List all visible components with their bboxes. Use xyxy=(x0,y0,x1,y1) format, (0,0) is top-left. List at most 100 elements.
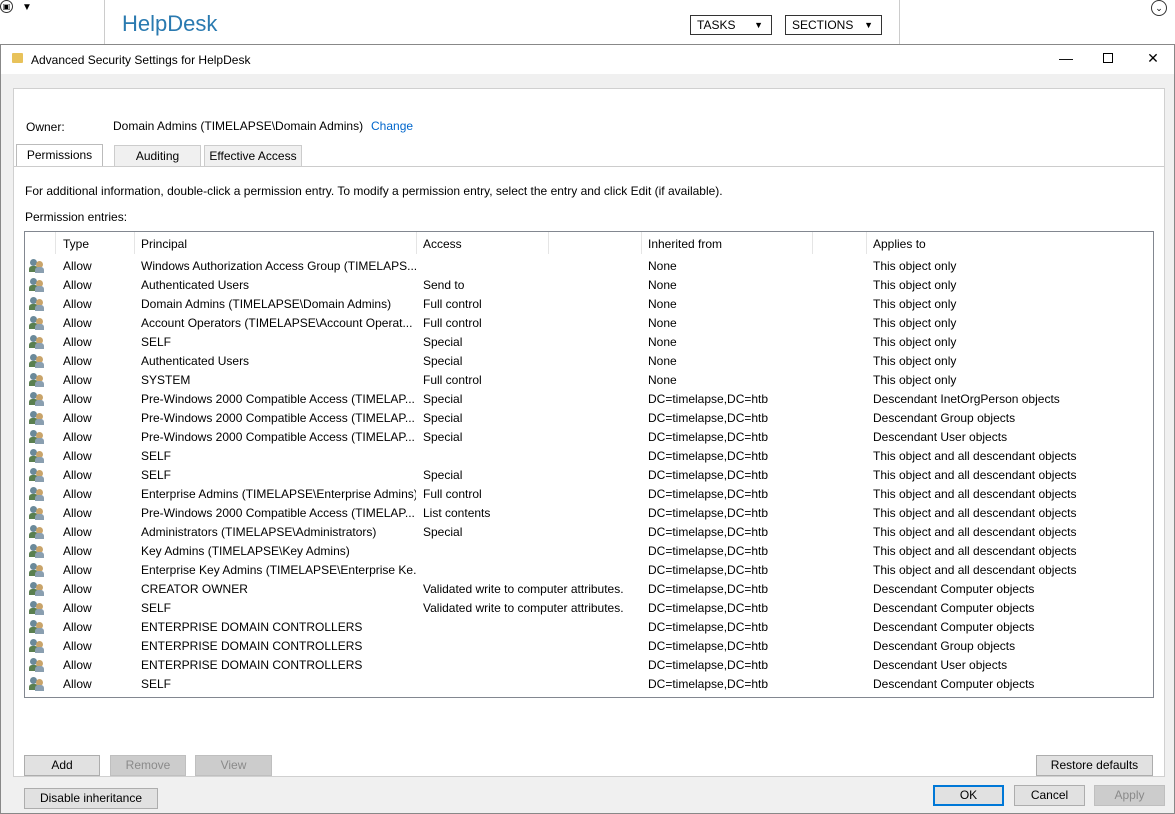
users-icon xyxy=(29,505,45,520)
cell-inherited-from: DC=timelapse,DC=htb xyxy=(648,544,769,558)
maximize-button[interactable] xyxy=(1093,49,1123,69)
tab-auditing[interactable]: Auditing xyxy=(114,145,201,167)
cell-inherited-from: DC=timelapse,DC=htb xyxy=(648,392,769,406)
table-row[interactable]: Allow Pre-Windows 2000 Compatible Access … xyxy=(25,427,1153,446)
cell-applies-to: Descendant User objects xyxy=(873,430,1008,444)
owner-label: Owner: xyxy=(26,120,65,134)
table-row[interactable]: Allow Enterprise Admins (TIMELAPSE\Enterp… xyxy=(25,484,1153,503)
cell-access: Validated write to computer attributes. xyxy=(423,601,624,615)
disable-inheritance-button[interactable]: Disable inheritance xyxy=(24,788,158,809)
table-row[interactable]: Allow Account Operators (TIMELAPSE\Accoun… xyxy=(25,313,1153,332)
tab-effective-access[interactable]: Effective Access xyxy=(204,145,302,167)
dropdown-arrow-icon[interactable]: ▼ xyxy=(22,2,32,13)
cell-access: Special xyxy=(423,354,463,368)
cell-inherited-from: DC=timelapse,DC=htb xyxy=(648,525,769,539)
column-header-inherited-from[interactable]: Inherited from xyxy=(648,237,722,251)
cell-principal: Authenticated Users xyxy=(141,354,250,368)
cell-inherited-from: DC=timelapse,DC=htb xyxy=(648,487,769,501)
cell-principal: Pre-Windows 2000 Compatible Access (TIME… xyxy=(141,392,415,406)
add-button[interactable]: Add xyxy=(24,755,100,776)
apply-button[interactable]: Apply xyxy=(1094,785,1165,806)
cell-inherited-from: None xyxy=(648,373,677,387)
cell-inherited-from: DC=timelapse,DC=htb xyxy=(648,658,769,672)
expand-circle-icon[interactable]: ⌄ xyxy=(1151,0,1167,16)
change-owner-link[interactable]: Change xyxy=(371,119,413,133)
cell-principal: SELF xyxy=(141,677,172,691)
column-separator xyxy=(548,232,549,254)
permission-entries-label: Permission entries: xyxy=(25,210,128,224)
table-row[interactable]: Allow CREATOR OWNER Validated write to com… xyxy=(25,579,1153,598)
users-icon xyxy=(29,638,45,653)
table-row[interactable]: Allow Administrators (TIMELAPSE\Administr… xyxy=(25,522,1153,541)
cell-principal: SELF xyxy=(141,449,172,463)
cell-principal: Authenticated Users xyxy=(141,278,250,292)
table-row[interactable]: Allow Authenticated Users Send to None This … xyxy=(25,275,1153,294)
tasks-dropdown[interactable]: TASKS ▼ xyxy=(690,15,772,35)
cell-type: Allow xyxy=(63,297,92,311)
cell-applies-to: This object and all descendant objects xyxy=(873,468,1077,482)
dialog-titlebar[interactable]: Advanced Security Settings for HelpDesk … xyxy=(1,45,1174,74)
table-row[interactable]: Allow SELF Validated write to computer att… xyxy=(25,598,1153,617)
cell-type: Allow xyxy=(63,563,92,577)
users-icon xyxy=(29,391,45,406)
save-icon[interactable]: ▣ xyxy=(0,0,13,13)
table-row[interactable]: Allow Enterprise Key Admins (TIMELAPSE\En… xyxy=(25,560,1153,579)
table-row[interactable]: Allow Authenticated Users Special None This … xyxy=(25,351,1153,370)
cell-principal: Pre-Windows 2000 Compatible Access (TIME… xyxy=(141,430,415,444)
cell-principal: Enterprise Admins (TIMELAPSE\Enterprise … xyxy=(141,487,416,501)
table-row[interactable]: Allow SYSTEM Full control None This object o… xyxy=(25,370,1153,389)
cell-inherited-from: DC=timelapse,DC=htb xyxy=(648,468,769,482)
table-row[interactable]: Allow SELF DC=timelapse,DC=htb This object … xyxy=(25,446,1153,465)
table-row[interactable]: Allow SELF Special DC=timelapse,DC=htb This … xyxy=(25,465,1153,484)
table-row[interactable]: Allow Windows Authorization Access Group … xyxy=(25,256,1153,275)
cell-inherited-from: DC=timelapse,DC=htb xyxy=(648,582,769,596)
column-header-access[interactable]: Access xyxy=(423,237,462,251)
cell-principal: Pre-Windows 2000 Compatible Access (TIME… xyxy=(141,506,415,520)
remove-button[interactable]: Remove xyxy=(110,755,186,776)
cell-access: Special xyxy=(423,525,463,539)
users-icon xyxy=(29,372,45,387)
table-row[interactable]: Allow Pre-Windows 2000 Compatible Access … xyxy=(25,408,1153,427)
cell-inherited-from: None xyxy=(648,316,677,330)
cell-inherited-from: None xyxy=(648,297,677,311)
cell-access: Send to xyxy=(423,278,465,292)
cell-access: Full control xyxy=(423,373,482,387)
minimize-button[interactable]: — xyxy=(1051,49,1081,69)
ok-button[interactable]: OK xyxy=(933,785,1004,806)
cell-access: Full control xyxy=(423,487,482,501)
cell-access: Full control xyxy=(423,297,482,311)
column-separator xyxy=(416,232,417,254)
table-row[interactable]: Allow Pre-Windows 2000 Compatible Access … xyxy=(25,503,1153,522)
permission-entries-list[interactable]: Type Principal Access Inherited from App… xyxy=(24,231,1154,698)
table-row[interactable]: Allow ENTERPRISE DOMAIN CONTROLLERS DC=tim… xyxy=(25,636,1153,655)
cell-inherited-from: None xyxy=(648,354,677,368)
table-row[interactable]: Allow SELF DC=timelapse,DC=htb Descendant C… xyxy=(25,674,1153,693)
cell-access: Special xyxy=(423,335,463,349)
close-button[interactable]: ✕ xyxy=(1138,49,1168,69)
table-row[interactable]: Allow Pre-Windows 2000 Compatible Access … xyxy=(25,389,1153,408)
table-row[interactable]: Allow Key Admins (TIMELAPSE\Key Admins) DC… xyxy=(25,541,1153,560)
table-row[interactable]: Allow ENTERPRISE DOMAIN CONTROLLERS DC=tim… xyxy=(25,655,1153,674)
users-icon xyxy=(29,353,45,368)
column-separator xyxy=(812,232,813,254)
background-app: ▣ ▼ HelpDesk TASKS ▼ SECTIONS ▼ ⌄ xyxy=(0,0,1175,44)
column-header-principal[interactable]: Principal xyxy=(141,237,187,251)
table-row[interactable]: Allow SELF Special None This object only xyxy=(25,332,1153,351)
cell-principal: Pre-Windows 2000 Compatible Access (TIME… xyxy=(141,411,415,425)
column-header-applies-to[interactable]: Applies to xyxy=(873,237,926,251)
cell-access: Special xyxy=(423,468,463,482)
column-header-type[interactable]: Type xyxy=(63,237,89,251)
sections-dropdown[interactable]: SECTIONS ▼ xyxy=(785,15,882,35)
cell-inherited-from: DC=timelapse,DC=htb xyxy=(648,506,769,520)
tab-permissions[interactable]: Permissions xyxy=(16,144,103,167)
tab-divider xyxy=(14,166,1164,167)
tasks-label: TASKS xyxy=(697,18,736,32)
restore-defaults-button[interactable]: Restore defaults xyxy=(1036,755,1153,776)
view-button[interactable]: View xyxy=(195,755,272,776)
cell-type: Allow xyxy=(63,487,92,501)
cell-inherited-from: DC=timelapse,DC=htb xyxy=(648,620,769,634)
table-row[interactable]: Allow Domain Admins (TIMELAPSE\Domain Adm… xyxy=(25,294,1153,313)
column-separator xyxy=(55,232,56,254)
cancel-button[interactable]: Cancel xyxy=(1014,785,1085,806)
table-row[interactable]: Allow ENTERPRISE DOMAIN CONTROLLERS DC=tim… xyxy=(25,617,1153,636)
